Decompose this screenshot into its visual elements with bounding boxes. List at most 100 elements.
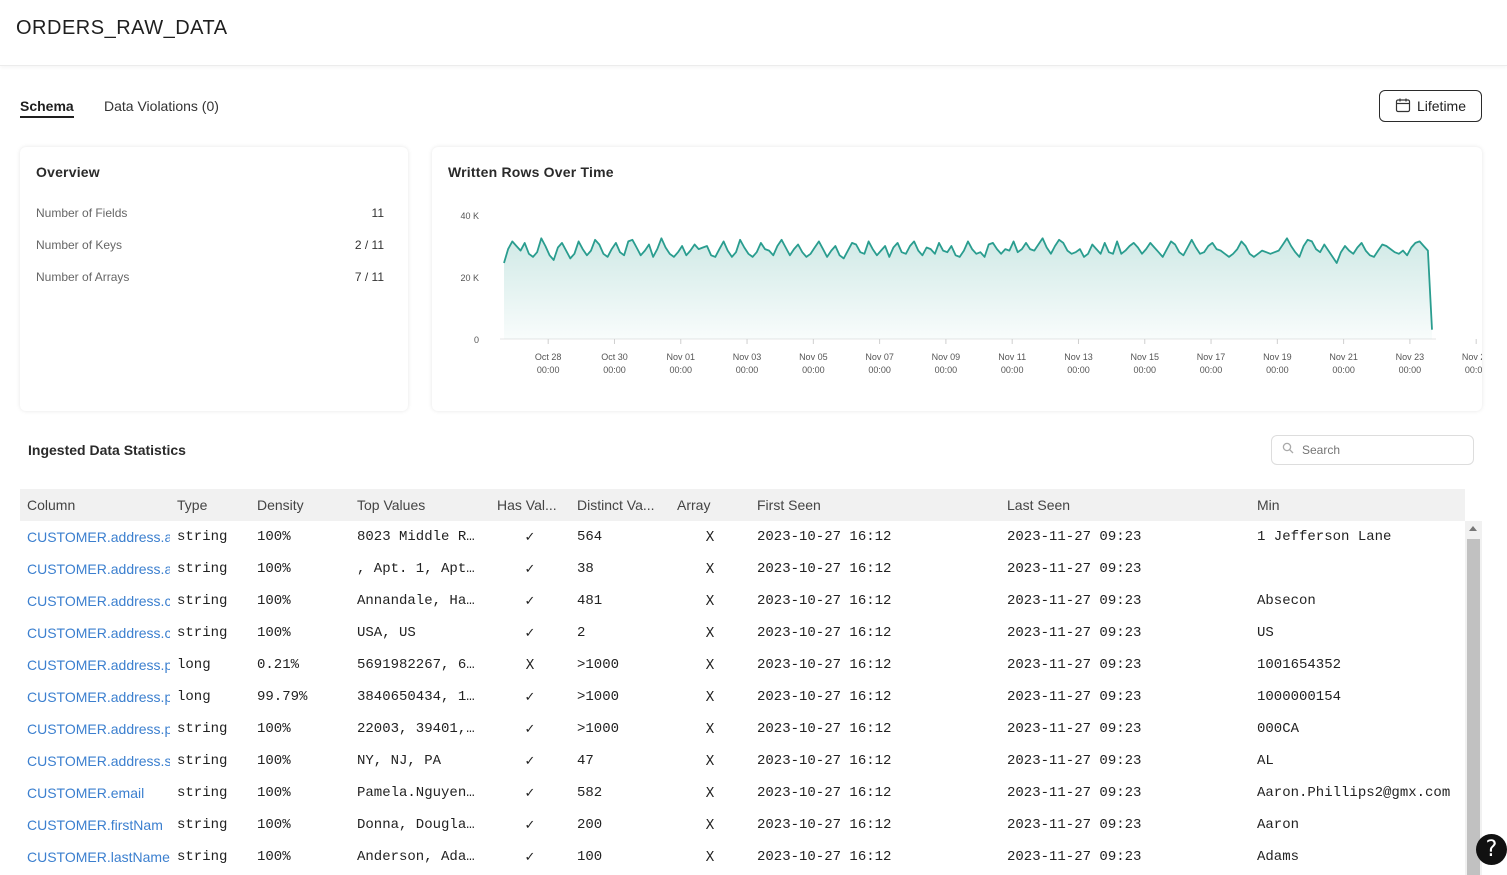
x-tick-label: Nov 23 (1396, 352, 1425, 362)
cell-array: X (705, 593, 715, 609)
cell-top-values: USA, US (357, 625, 416, 641)
cell-last-seen: 2023-11-27 09:23 (1007, 529, 1142, 545)
top-bar: ORDERS_RAW_DATA (0, 0, 1507, 66)
cell-array: X (705, 849, 715, 865)
column-header-top-values[interactable]: Top Values (350, 489, 490, 521)
help-button[interactable]: ? (1476, 834, 1507, 865)
overview-value: 11 (371, 206, 384, 220)
cell-top-values: Anderson, Ada… (357, 849, 475, 865)
cell-first-seen: 2023-10-27 16:12 (757, 817, 892, 833)
cell-has-values: ✓ (524, 817, 536, 833)
column-header-array[interactable]: Array (670, 489, 750, 521)
cell-column[interactable]: CUSTOMER.address.s (20, 745, 170, 777)
cell-column[interactable]: CUSTOMER.lastName (20, 841, 170, 873)
x-tick-label: Nov 15 (1130, 352, 1159, 362)
cell-min: Adams (1257, 849, 1300, 865)
cell-distinct-values: 38 (577, 561, 594, 577)
overview-label: Number of Fields (36, 206, 128, 220)
written-rows-card: Written Rows Over Time 0 20 K 40 K Oct 28 00… (432, 147, 1482, 411)
cell-array: X (705, 625, 715, 641)
tab-data-violations[interactable]: Data Violations (0) (104, 98, 219, 114)
cell-column[interactable]: CUSTOMER.address.c (20, 617, 170, 649)
x-tick-label: 00:00 (669, 365, 692, 375)
cell-last-seen: 2023-11-27 09:23 (1007, 753, 1142, 769)
cell-array: X (705, 657, 715, 673)
cell-top-values: Annandale, Ha… (357, 593, 475, 609)
x-tick-label: Nov 11 (998, 352, 1026, 362)
search-box[interactable] (1271, 435, 1474, 465)
column-header-has-values[interactable]: Has Val... (490, 489, 570, 521)
cell-type: string (177, 817, 228, 833)
cell-distinct-values: >1000 (577, 721, 620, 737)
cell-has-values: ✓ (524, 753, 536, 769)
x-tick-label: Nov 03 (733, 352, 762, 362)
x-tick-label: Nov 01 (666, 352, 695, 362)
cell-column[interactable]: CUSTOMER.address.p (20, 681, 170, 713)
cell-first-seen: 2023-10-27 16:12 (757, 689, 892, 705)
cell-distinct-values: 481 (577, 593, 603, 609)
x-tick-label: 00:00 (1200, 365, 1223, 375)
cell-column[interactable]: CUSTOMER.address.c (20, 585, 170, 617)
cell-type: string (177, 785, 228, 801)
cell-min: US (1257, 625, 1274, 641)
table-row: CUSTOMER.email string 100% Pamela.Nguyen… ✓ 5… (20, 777, 1465, 809)
written-rows-chart: 0 20 K 40 K Oct 28 00:00 Oct 30 00:00 Nov 01 00:… (460, 211, 1482, 375)
cell-distinct-values: 47 (577, 753, 594, 769)
x-tick-label: 00:00 (1001, 365, 1024, 375)
stats-table: Column Type Density Top Values Has Val... Dis… (20, 489, 1465, 873)
cell-density: 99.79% (257, 689, 308, 705)
cell-first-seen: 2023-10-27 16:12 (757, 721, 892, 737)
column-header-distinct-values[interactable]: Distinct Va... (570, 489, 670, 521)
cell-column[interactable]: CUSTOMER.address.p (20, 649, 170, 681)
overview-row-keys: Number of Keys 2 / 11 (36, 238, 384, 252)
cell-has-values: ✓ (524, 785, 536, 801)
column-header-min[interactable]: Min (1250, 489, 1465, 521)
cell-type: string (177, 529, 228, 545)
cell-last-seen: 2023-11-27 09:23 (1007, 625, 1142, 641)
x-tick-label: 00:00 (1266, 365, 1289, 375)
y-tick-label: 40 K (460, 211, 479, 221)
cell-type: string (177, 753, 228, 769)
scroll-up-arrow-icon[interactable] (1469, 526, 1477, 531)
x-tick-label: Nov 09 (932, 352, 961, 362)
table-row: CUSTOMER.address.c string 100% Annandale, H… (20, 585, 1465, 617)
cell-column[interactable]: CUSTOMER.firstNam (20, 809, 170, 841)
table-scrollbar[interactable] (1465, 521, 1482, 875)
cell-density: 0.21% (257, 657, 300, 673)
y-tick-label: 20 K (460, 273, 479, 283)
cell-density: 100% (257, 529, 291, 545)
cell-column[interactable]: CUSTOMER.address.a (20, 553, 170, 585)
x-tick-label: 00:00 (537, 365, 560, 375)
column-header-last-seen[interactable]: Last Seen (1000, 489, 1250, 521)
x-tick-label: 00:00 (1332, 365, 1355, 375)
column-header-column[interactable]: Column (20, 489, 170, 521)
cell-last-seen: 2023-11-27 09:23 (1007, 689, 1142, 705)
cell-last-seen: 2023-11-27 09:23 (1007, 657, 1142, 673)
x-tick-label: Nov 19 (1263, 352, 1292, 362)
cell-distinct-values: >1000 (577, 657, 620, 673)
cell-distinct-values: 582 (577, 785, 603, 801)
column-header-density[interactable]: Density (250, 489, 350, 521)
column-header-type[interactable]: Type (170, 489, 250, 521)
cell-array: X (705, 721, 715, 737)
tab-schema[interactable]: Schema (20, 98, 74, 118)
cell-type: string (177, 593, 228, 609)
time-range-button[interactable]: Lifetime (1379, 90, 1482, 122)
cell-distinct-values: >1000 (577, 689, 620, 705)
table-row: CUSTOMER.address.c string 100% USA, US ✓ 2 X 20… (20, 617, 1465, 649)
cell-last-seen: 2023-11-27 09:23 (1007, 721, 1142, 737)
table-row: CUSTOMER.address.a string 100% 8023 Middle … (20, 521, 1465, 553)
cell-column[interactable]: CUSTOMER.email (20, 777, 170, 809)
column-header-first-seen[interactable]: First Seen (750, 489, 1000, 521)
cell-column[interactable]: CUSTOMER.address.p (20, 713, 170, 745)
cell-top-values: 5691982267, 6… (357, 657, 475, 673)
cell-column[interactable]: CUSTOMER.address.a (20, 521, 170, 553)
cell-has-values: ✓ (524, 849, 536, 865)
cell-density: 100% (257, 849, 291, 865)
search-input[interactable] (1302, 443, 1452, 457)
x-tick-label: 00:00 (736, 365, 759, 375)
scrollbar-thumb[interactable] (1467, 539, 1480, 875)
cell-has-values: ✓ (524, 561, 536, 577)
cell-distinct-values: 564 (577, 529, 603, 545)
cell-min: 1000000154 (1257, 689, 1342, 705)
